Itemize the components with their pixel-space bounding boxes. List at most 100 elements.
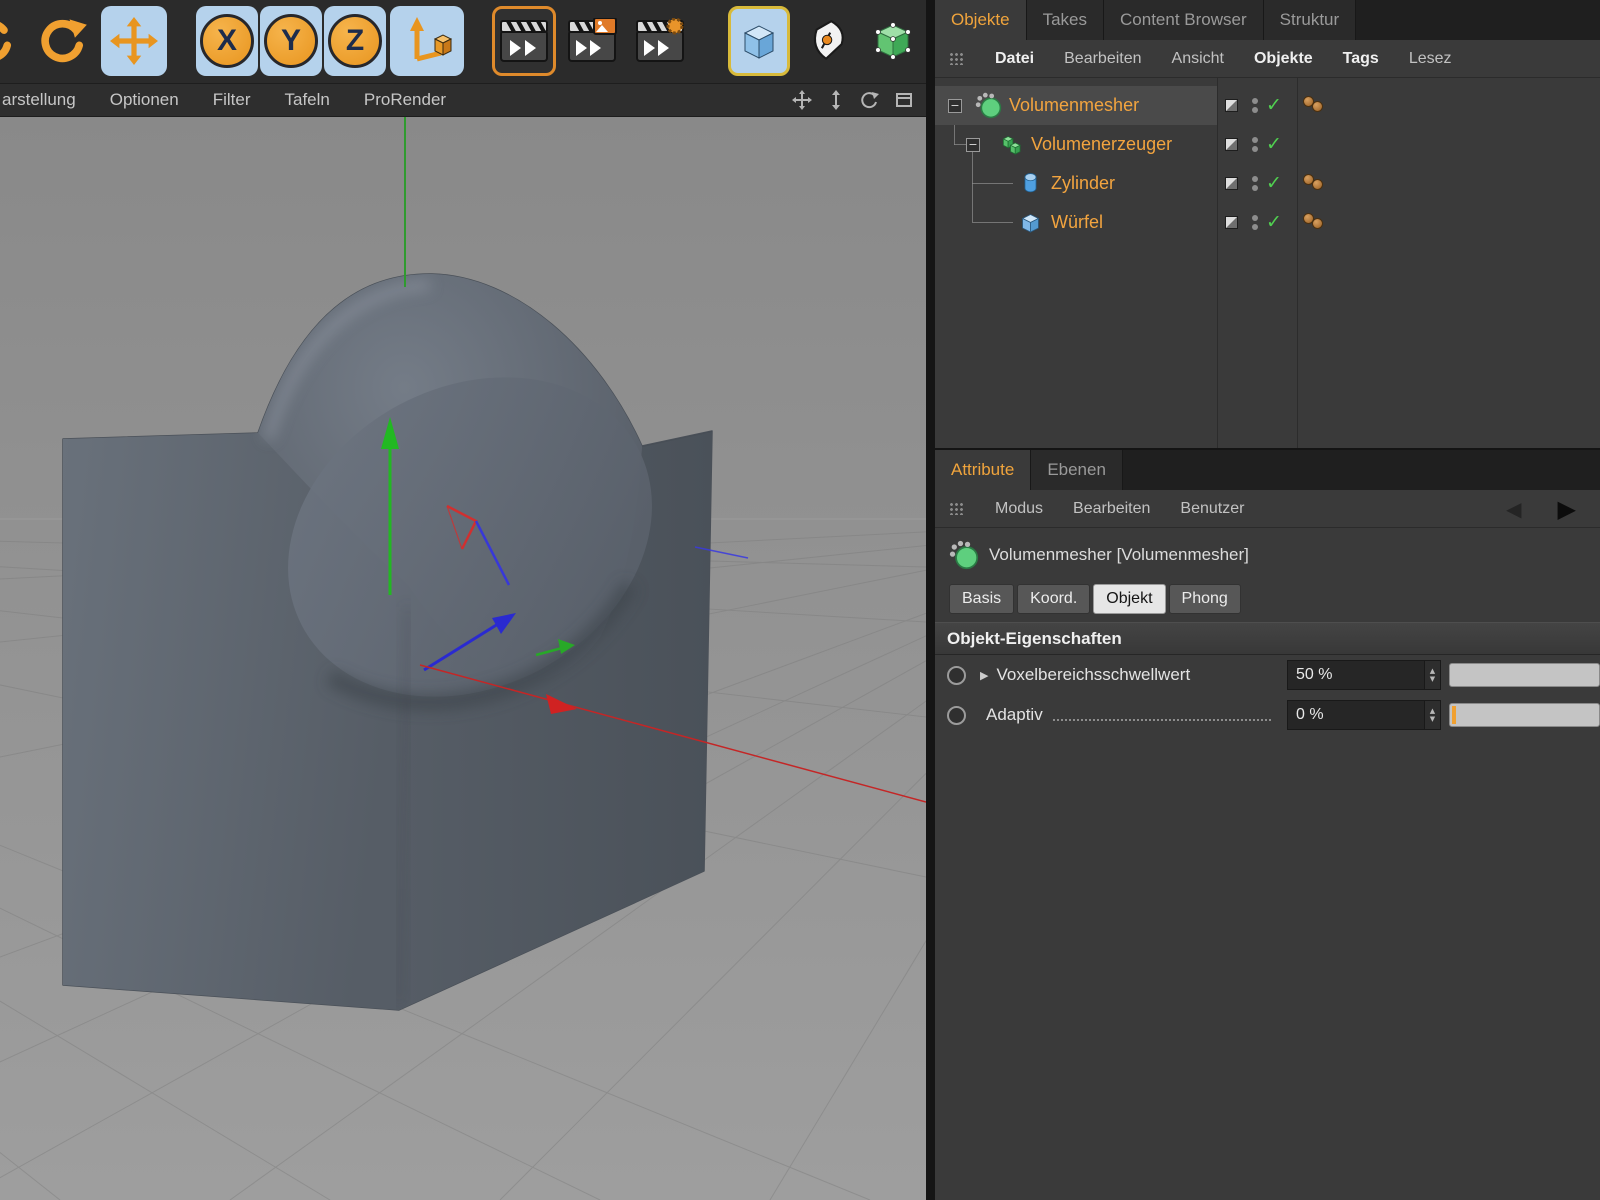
viewport-menubar: arstellung Optionen Filter Tafeln ProRen… — [0, 84, 926, 117]
spinner[interactable]: ▲ ▼ — [1424, 701, 1440, 729]
tab-attribute[interactable]: Attribute — [935, 450, 1031, 490]
menu-benutzer[interactable]: Benutzer — [1180, 500, 1244, 518]
spinner-up-icon[interactable]: ▲ — [1430, 707, 1435, 715]
spinner[interactable]: ▲ ▼ — [1424, 661, 1440, 689]
x-axis-icon: X — [200, 14, 254, 68]
menu-prorender[interactable]: ProRender — [347, 90, 463, 110]
object-name-wuerfel[interactable]: Würfel — [1051, 203, 1103, 242]
tab-takes[interactable]: Takes — [1027, 0, 1104, 40]
menu-lesezeichen[interactable]: Lesez — [1409, 50, 1452, 68]
attribute-manager-tabbar: Attribute Ebenen — [935, 450, 1600, 490]
object-manager-tabbar: Objekte Takes Content Browser Struktur — [935, 0, 1600, 40]
rotate-view-icon[interactable] — [860, 90, 880, 110]
zoom-view-icon[interactable] — [826, 90, 846, 110]
menu-modus[interactable]: Modus — [995, 500, 1043, 518]
coordinate-system-button[interactable] — [390, 6, 464, 76]
object-tree: − Volumenmesher ✓ − — [935, 78, 1600, 448]
enabled-check-icon[interactable]: ✓ — [1266, 203, 1282, 242]
group-header-objekt-eigenschaften[interactable]: Objekt-Eigenschaften — [935, 622, 1600, 655]
tab-objekte[interactable]: Objekte — [935, 0, 1027, 40]
spinner-up-icon[interactable]: ▲ — [1430, 667, 1435, 675]
attribute-manager: Attribute Ebenen Modus Bearbeiten Benutz… — [935, 448, 1600, 1200]
coordinate-system-icon — [399, 14, 455, 68]
menu-ansicht[interactable]: Ansicht — [1172, 50, 1224, 68]
render-view-button[interactable] — [492, 6, 556, 76]
menu-bearbeiten[interactable]: Bearbeiten — [1064, 50, 1141, 68]
enabled-check-icon[interactable]: ✓ — [1266, 125, 1282, 164]
object-name-volumenmesher[interactable]: Volumenmesher — [1009, 86, 1139, 125]
render-view-icon — [498, 18, 550, 64]
viewport-3d[interactable] — [0, 117, 926, 1200]
material-tag-dots[interactable] — [1303, 172, 1325, 194]
menu-bearbeiten-am[interactable]: Bearbeiten — [1073, 500, 1150, 518]
cylinder-icon — [1017, 170, 1044, 197]
panel-grip-icon[interactable] — [949, 52, 965, 65]
adaptiv-value[interactable]: 0 % — [1288, 701, 1424, 729]
property-row-adaptiv: Adaptiv 0 % ▲ ▼ — [935, 695, 1600, 735]
layer-swatch[interactable] — [1225, 138, 1238, 151]
pan-view-icon[interactable] — [792, 90, 812, 110]
visibility-dots[interactable] — [1252, 215, 1258, 233]
history-forward-icon[interactable]: ▶ — [1558, 495, 1576, 523]
expand-toggle[interactable]: − — [948, 99, 962, 113]
tab-koord[interactable]: Koord. — [1017, 584, 1090, 614]
keyframe-radio[interactable] — [947, 706, 966, 725]
lock-x-axis-button[interactable]: X — [196, 6, 258, 76]
adaptiv-slider[interactable] — [1449, 703, 1600, 727]
visibility-dots[interactable] — [1252, 137, 1258, 155]
lock-y-axis-button[interactable]: Y — [260, 6, 322, 76]
subdivision-surface-button[interactable] — [862, 6, 924, 76]
rotate-tool-button[interactable] — [30, 6, 96, 76]
volume-mesher-icon — [975, 92, 1002, 119]
layer-swatch[interactable] — [1225, 99, 1238, 112]
render-settings-button[interactable] — [628, 6, 692, 76]
tab-content-browser[interactable]: Content Browser — [1104, 0, 1264, 40]
tab-struktur[interactable]: Struktur — [1264, 0, 1357, 40]
enabled-check-icon[interactable]: ✓ — [1266, 164, 1282, 203]
menu-tafeln[interactable]: Tafeln — [268, 90, 347, 110]
visibility-dots[interactable] — [1252, 98, 1258, 116]
tab-ebenen[interactable]: Ebenen — [1031, 450, 1123, 490]
lock-z-axis-button[interactable]: Z — [324, 6, 386, 76]
toggle-view-icon[interactable] — [894, 90, 914, 110]
move-tool-button[interactable] — [101, 6, 167, 76]
spline-pen-button[interactable] — [794, 6, 856, 76]
viewport-canvas[interactable] — [0, 117, 926, 1200]
render-picture-viewer-button[interactable] — [560, 6, 624, 76]
material-tag-dots[interactable] — [1303, 94, 1325, 116]
property-label: Adaptiv — [986, 705, 1043, 725]
material-tag-dots[interactable] — [1303, 211, 1325, 233]
layer-swatch[interactable] — [1225, 216, 1238, 229]
enabled-check-icon[interactable]: ✓ — [1266, 86, 1282, 125]
visibility-dots[interactable] — [1252, 176, 1258, 194]
spinner-down-icon[interactable]: ▼ — [1430, 675, 1435, 683]
expand-toggle[interactable]: − — [966, 138, 980, 152]
property-row-voxelbereichsschwellwert: ▶ Voxelbereichsschwellwert 50 % ▲ ▼ — [935, 655, 1600, 695]
voxel-threshold-value[interactable]: 50 % — [1288, 661, 1424, 689]
spinner-down-icon[interactable]: ▼ — [1430, 715, 1435, 723]
menu-optionen[interactable]: Optionen — [93, 90, 196, 110]
selected-object-title: Volumenmesher [Volumenmesher] — [935, 528, 1600, 576]
attribute-manager-menubar: Modus Bearbeiten Benutzer ◀ ▶ — [935, 490, 1600, 528]
scale-tool-button[interactable] — [0, 6, 26, 76]
tab-phong[interactable]: Phong — [1169, 584, 1241, 614]
object-name-volumenerzeuger[interactable]: Volumenerzeuger — [1031, 125, 1172, 164]
menu-datei[interactable]: Datei — [995, 50, 1034, 68]
voxel-threshold-field[interactable]: 50 % ▲ ▼ — [1287, 660, 1441, 690]
tab-basis[interactable]: Basis — [949, 584, 1014, 614]
tab-objekt[interactable]: Objekt — [1093, 584, 1165, 614]
expander-icon[interactable]: ▶ — [980, 669, 988, 682]
menu-tags[interactable]: Tags — [1343, 50, 1379, 68]
layer-swatch[interactable] — [1225, 177, 1238, 190]
menu-objekte[interactable]: Objekte — [1254, 50, 1313, 68]
voxel-threshold-slider[interactable] — [1449, 663, 1600, 687]
menu-darstellung[interactable]: arstellung — [0, 90, 93, 110]
history-back-icon[interactable]: ◀ — [1506, 497, 1521, 521]
keyframe-radio[interactable] — [947, 666, 966, 685]
object-name-zylinder[interactable]: Zylinder — [1051, 164, 1115, 203]
add-cube-primitive-button[interactable] — [728, 6, 790, 76]
view-controls — [792, 90, 926, 110]
adaptiv-field[interactable]: 0 % ▲ ▼ — [1287, 700, 1441, 730]
menu-filter[interactable]: Filter — [196, 90, 268, 110]
panel-grip-icon[interactable] — [949, 502, 965, 515]
